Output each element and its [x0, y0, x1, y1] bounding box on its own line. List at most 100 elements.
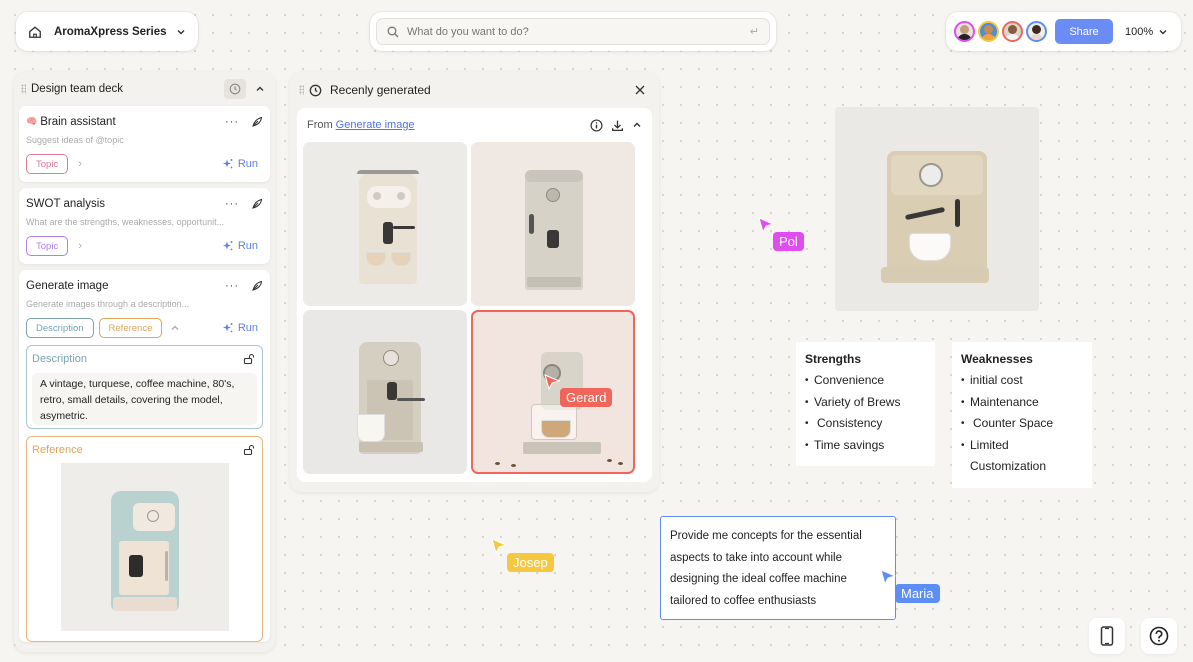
source-row: From Generate image: [303, 108, 646, 142]
chevron-down-icon: [1159, 29, 1167, 34]
run-label: Run: [237, 322, 258, 334]
more-options-icon[interactable]: ···: [225, 116, 239, 128]
strength-item: Time savings: [805, 435, 926, 457]
cursor-label-maria: Maria: [895, 584, 940, 603]
command-input[interactable]: What do you want to do? ↵: [376, 18, 770, 45]
drag-handle-icon[interactable]: [21, 84, 26, 94]
cursor-label-pol: Pol: [773, 232, 804, 251]
description-textarea[interactable]: A vintage, turquese, coffee machine, 80'…: [32, 373, 257, 425]
more-options-icon[interactable]: ···: [225, 280, 239, 292]
home-icon: [29, 25, 41, 38]
deck-title: Design team deck: [31, 83, 124, 95]
design-team-deck: Design team deck 🧠 Brain assistant ··· S…: [14, 72, 275, 652]
card-subtitle: Suggest ideas of @topic: [26, 135, 124, 145]
help-button[interactable]: [1141, 618, 1177, 654]
run-button[interactable]: Run: [222, 240, 258, 252]
unlock-icon[interactable]: [243, 444, 255, 456]
strengths-title: Strengths: [805, 352, 862, 366]
chevron-up-icon[interactable]: [170, 323, 180, 333]
download-icon[interactable]: [611, 119, 624, 132]
assistant-card-brain: 🧠 Brain assistant ··· Suggest ideas of @…: [19, 106, 270, 182]
prompt-note[interactable]: Provide me concepts for the essential as…: [660, 516, 896, 620]
weakness-item: initial cost: [961, 370, 1083, 392]
cursor-maria: [880, 569, 896, 585]
chevron-right-icon[interactable]: ›: [78, 240, 82, 252]
more-options-icon[interactable]: ···: [225, 198, 239, 210]
search-placeholder: What do you want to do?: [407, 25, 529, 38]
strength-item: Variety of Brews: [805, 392, 926, 414]
cursor-label-gerard: Gerard: [560, 388, 613, 407]
avatar[interactable]: [1026, 21, 1047, 42]
generated-image[interactable]: [303, 142, 467, 306]
info-icon[interactable]: [590, 118, 603, 132]
reference-image[interactable]: [60, 463, 229, 631]
generated-image[interactable]: [303, 310, 467, 474]
feather-icon[interactable]: [251, 198, 263, 210]
sparkle-icon: [222, 323, 233, 333]
unlock-icon[interactable]: [243, 353, 255, 365]
topic-chip[interactable]: Topic: [26, 236, 69, 256]
run-button[interactable]: Run: [222, 322, 258, 334]
source-link[interactable]: Generate image: [336, 119, 415, 131]
feather-icon[interactable]: [251, 280, 263, 292]
cursor-josep: [491, 538, 507, 554]
reference-field: Reference: [26, 436, 263, 642]
product-image[interactable]: [835, 107, 1039, 311]
reference-chip[interactable]: Reference: [98, 318, 163, 338]
deck-header: Design team deck: [19, 72, 270, 106]
mobile-icon: [1100, 626, 1114, 646]
avatar[interactable]: [978, 21, 999, 42]
share-button[interactable]: Share: [1055, 19, 1113, 44]
strength-item: Consistency: [805, 413, 926, 435]
project-selector[interactable]: AromaXpress Series: [16, 12, 198, 51]
card-title: Brain assistant: [40, 115, 116, 128]
collaboration-bar: Share 100%: [946, 12, 1181, 51]
avatar[interactable]: [954, 21, 975, 42]
feather-icon[interactable]: [251, 116, 263, 128]
recent-title: Recenly generated: [330, 83, 431, 97]
from-label: From: [307, 119, 333, 131]
chevron-up-icon: [256, 86, 264, 91]
close-icon[interactable]: [634, 84, 646, 96]
topic-chip[interactable]: Topic: [26, 154, 69, 174]
card-title: Generate image: [26, 279, 109, 292]
weakness-item: Counter Space: [961, 413, 1083, 435]
generated-image[interactable]: [471, 142, 635, 306]
pointer-icon: [758, 217, 774, 233]
description-field-label: Description: [32, 353, 88, 365]
mobile-preview-button[interactable]: [1089, 618, 1125, 654]
recent-header: Recenly generated: [297, 72, 652, 108]
drag-handle-icon[interactable]: [299, 85, 304, 95]
assistant-card-swot: SWOT analysis ··· What are the strengths…: [19, 188, 270, 264]
chevron-up-icon[interactable]: [632, 120, 642, 130]
weaknesses-note[interactable]: Weaknesses initial cost Maintenance Coun…: [952, 342, 1092, 488]
collapse-button[interactable]: [254, 84, 266, 94]
description-chip[interactable]: Description: [26, 318, 94, 338]
assistant-card-generate-image: Generate image ··· Generate images throu…: [19, 270, 270, 642]
pointer-icon: [544, 374, 560, 390]
run-label: Run: [237, 158, 258, 170]
command-bar: What do you want to do? ↵: [370, 12, 776, 51]
cursor-pol: [758, 217, 774, 233]
chevron-right-icon[interactable]: ›: [78, 158, 82, 170]
pointer-icon: [491, 538, 507, 554]
image-grid: [303, 142, 646, 474]
description-field: Description A vintage, turquese, coffee …: [26, 345, 263, 429]
zoom-selector[interactable]: 100%: [1125, 26, 1168, 38]
strengths-note[interactable]: Strengths Convenience Variety of Brews C…: [796, 342, 935, 466]
history-button[interactable]: [224, 79, 246, 99]
avatar[interactable]: [1002, 21, 1023, 42]
run-label: Run: [237, 240, 258, 252]
brain-icon: 🧠: [26, 116, 38, 126]
pointer-icon: [880, 569, 896, 585]
run-button[interactable]: Run: [222, 158, 258, 170]
weaknesses-title: Weaknesses: [961, 352, 1033, 366]
cursor-gerard: [544, 374, 560, 390]
zoom-level: 100%: [1125, 25, 1154, 38]
cursor-label-josep: Josep: [507, 553, 554, 572]
prompt-text: Provide me concepts for the essential as…: [670, 530, 862, 607]
project-name: AromaXpress Series: [54, 25, 167, 38]
card-subtitle: Generate images through a description...: [26, 299, 190, 309]
weakness-item: Maintenance: [961, 392, 1083, 414]
clock-icon: [309, 84, 322, 96]
